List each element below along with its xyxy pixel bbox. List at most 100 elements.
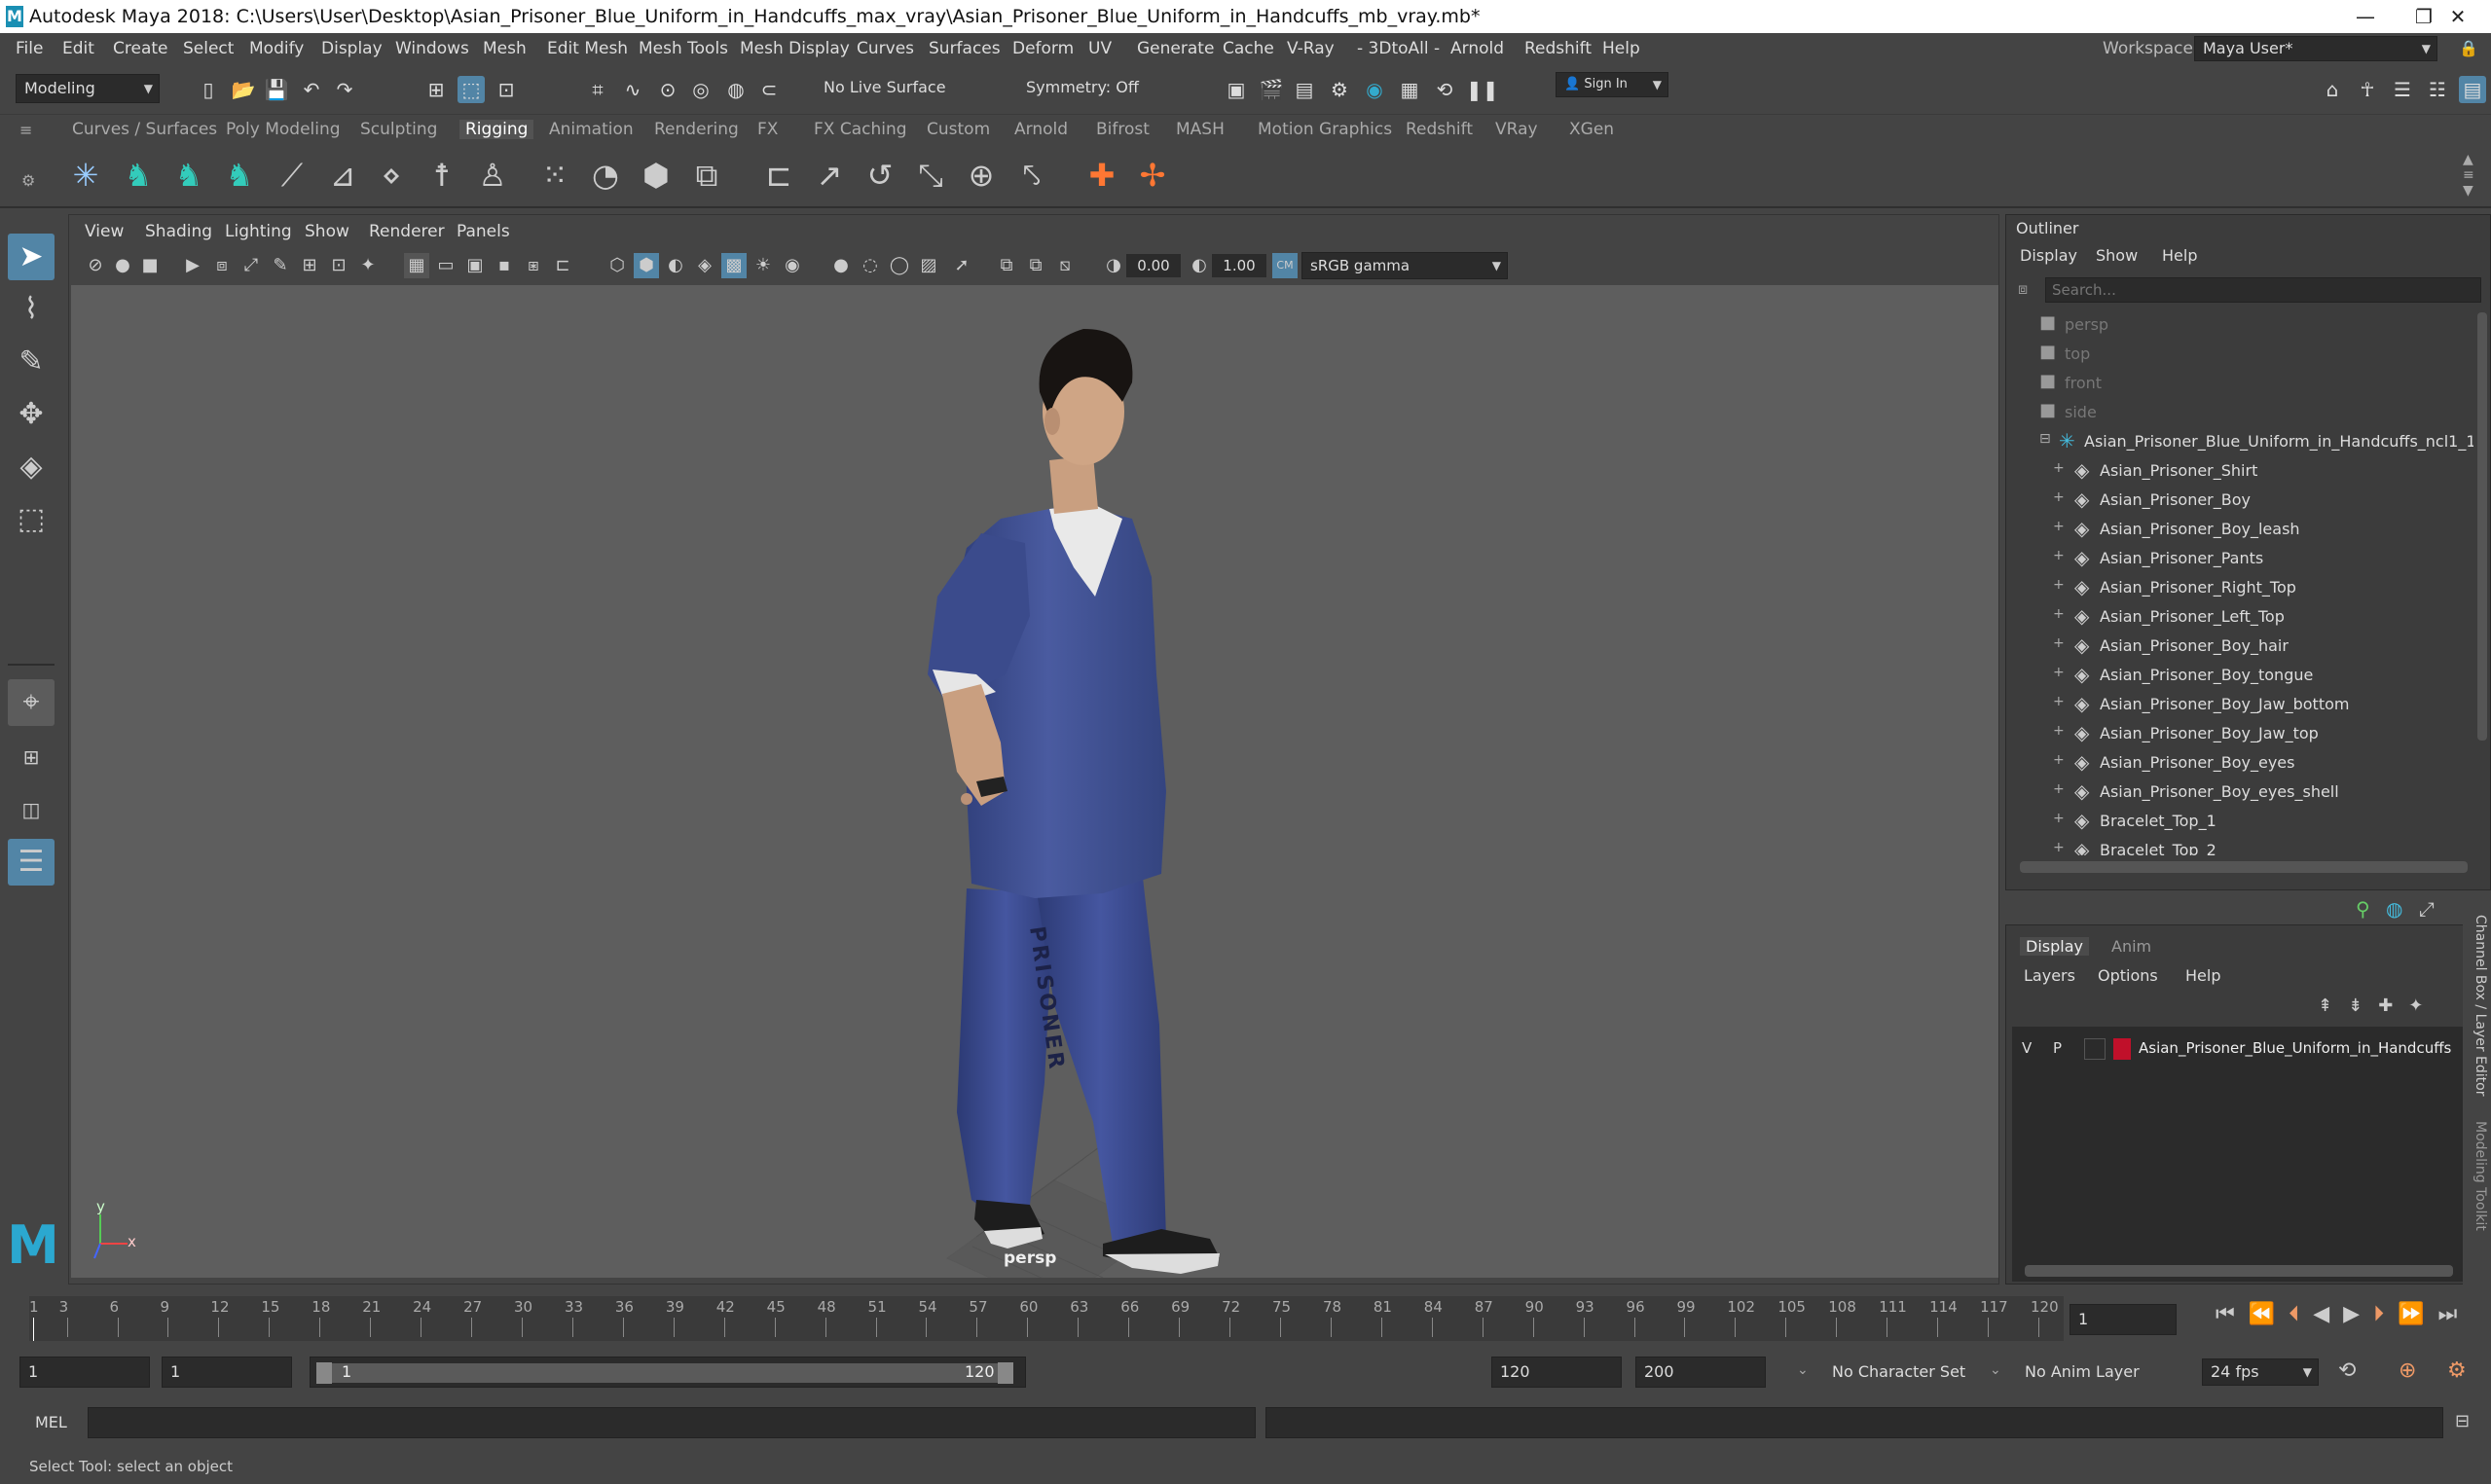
range-end-handle[interactable] bbox=[998, 1362, 1013, 1384]
outliner-layout-icon[interactable]: ☰ bbox=[8, 839, 55, 886]
select-hierarchy-icon[interactable]: ⊞ bbox=[422, 76, 450, 103]
range-start-handle[interactable] bbox=[316, 1362, 332, 1384]
xray-joints-icon[interactable]: ◯ bbox=[887, 253, 912, 278]
list-item[interactable]: + ◈ Asian_Prisoner_Boy_Jaw_bottom bbox=[2006, 690, 2464, 719]
aim-constraint-icon[interactable]: ⊕ bbox=[960, 154, 1003, 197]
tab-rendering[interactable]: Rendering bbox=[654, 120, 739, 139]
image-plane-icon[interactable]: ⧈ bbox=[209, 253, 235, 278]
loop-icon[interactable]: ⟲ bbox=[2338, 1358, 2356, 1383]
select-component-icon[interactable]: ⊡ bbox=[493, 76, 520, 103]
undo-icon[interactable]: ↶ bbox=[298, 76, 325, 103]
animation-end-field[interactable]: 200 bbox=[1635, 1357, 1766, 1388]
locator-icon[interactable]: ✚ bbox=[1081, 154, 1123, 197]
menu-surfaces[interactable]: Surfaces bbox=[929, 39, 1001, 58]
side-by-side-icon[interactable]: ◫ bbox=[8, 786, 55, 833]
expand-icon[interactable]: + bbox=[2053, 519, 2065, 534]
hud-icon[interactable]: ⧉ bbox=[994, 253, 1019, 278]
pole-vector-icon[interactable]: ⤣ bbox=[1010, 154, 1053, 197]
collapse-icon[interactable]: ⊟ bbox=[2039, 431, 2051, 447]
lattice-icon[interactable]: ⬢ bbox=[635, 154, 678, 197]
textured-icon[interactable]: ◈ bbox=[692, 253, 717, 278]
tab-animation[interactable]: Animation bbox=[549, 120, 634, 139]
sign-in-button[interactable]: 👤 Sign In ▼ bbox=[1556, 72, 1668, 97]
list-item[interactable]: + ◈ Asian_Prisoner_Shirt bbox=[2006, 456, 2464, 486]
ik-spline-icon[interactable]: ⊿ bbox=[321, 154, 364, 197]
wireframe-on-shaded-icon[interactable]: ◐ bbox=[663, 253, 688, 278]
outliner-search-input[interactable] bbox=[2045, 277, 2481, 303]
xray-components-icon[interactable]: ▨ bbox=[916, 253, 941, 278]
menu-help[interactable]: Help bbox=[1602, 39, 1640, 58]
select-camera-icon[interactable]: ➚ bbox=[949, 253, 974, 278]
character-set-icon[interactable]: ⌄ bbox=[1797, 1362, 1809, 1378]
point-constraint-icon[interactable]: ↗ bbox=[808, 154, 851, 197]
outliner-menu-show[interactable]: Show bbox=[2096, 246, 2138, 265]
current-frame-field[interactable]: 1 bbox=[2070, 1304, 2177, 1335]
display-type-toggle[interactable] bbox=[2084, 1038, 2106, 1060]
expand-icon[interactable]: + bbox=[2053, 840, 2065, 855]
list-item[interactable]: + ◈ Asian_Prisoner_Boy_eyes bbox=[2006, 748, 2464, 778]
exposure-icon[interactable]: ◑ bbox=[1101, 253, 1126, 278]
expand-icon[interactable]: + bbox=[2053, 752, 2065, 768]
expand-icon[interactable]: + bbox=[2053, 811, 2065, 826]
fps-dropdown[interactable]: 24 fps ▼ bbox=[2202, 1358, 2319, 1386]
snap-view-icon[interactable]: ◎ bbox=[687, 76, 714, 103]
move-layer-down-icon[interactable]: ⇟ bbox=[2348, 995, 2378, 1016]
safe-action-icon[interactable]: ⊏ bbox=[550, 253, 575, 278]
menu-file[interactable]: File bbox=[16, 39, 43, 58]
camera-attr-icon[interactable]: ● bbox=[110, 253, 135, 278]
expand-icon[interactable]: + bbox=[2053, 665, 2065, 680]
layer-color-swatch[interactable] bbox=[2113, 1038, 2131, 1060]
menu-redshift[interactable]: Redshift bbox=[1524, 39, 1592, 58]
animation-prefs-icon[interactable]: ⚙ bbox=[2447, 1358, 2467, 1383]
tool-settings-icon[interactable]: ☷ bbox=[2424, 76, 2451, 103]
layer-horizontal-scrollbar[interactable] bbox=[2025, 1265, 2453, 1277]
expand-icon[interactable]: + bbox=[2053, 781, 2065, 797]
visibility-toggle[interactable]: V bbox=[2022, 1039, 2032, 1057]
vp-menu-view[interactable]: View bbox=[85, 222, 124, 241]
parent-constraint-icon[interactable]: ⊏ bbox=[757, 154, 800, 197]
move-tool-icon[interactable]: ✥ bbox=[8, 391, 55, 438]
range-slider[interactable]: 1 120 bbox=[310, 1357, 1026, 1388]
ik-handle-icon[interactable]: ⟋ bbox=[271, 154, 313, 197]
interactive-bind-icon[interactable]: ♞ bbox=[218, 154, 261, 197]
gamma-icon[interactable]: ◐ bbox=[1187, 253, 1212, 278]
list-item[interactable]: ■ side bbox=[2006, 398, 2464, 427]
list-item[interactable]: + ◈ Asian_Prisoner_Left_Top bbox=[2006, 602, 2464, 632]
outliner-group-item[interactable]: ⊟ ✳ Asian_Prisoner_Blue_Uniform_in_Handcuf… bbox=[2006, 427, 2473, 456]
tab-rigging[interactable]: Rigging bbox=[459, 120, 534, 139]
vray-render-icon[interactable]: ◉ bbox=[1361, 76, 1388, 103]
tab-motion-graphics[interactable]: Motion Graphics bbox=[1258, 120, 1392, 139]
menu-create[interactable]: Create bbox=[113, 39, 168, 58]
wireframe-icon[interactable]: ⬡ bbox=[604, 253, 630, 278]
exposure-field[interactable]: 0.00 bbox=[1126, 254, 1181, 277]
go-to-start-icon[interactable]: ⏮ bbox=[2216, 1302, 2249, 1326]
remove-joint-icon[interactable]: ✢ bbox=[1131, 154, 1174, 197]
ipr-render-icon[interactable]: ▤ bbox=[1291, 76, 1318, 103]
go-to-end-icon[interactable]: ⏭ bbox=[2438, 1302, 2472, 1326]
layer-menu-help[interactable]: Help bbox=[2185, 966, 2220, 985]
step-forward-frame-icon[interactable]: ⏵ bbox=[2373, 1302, 2398, 1326]
snap-surface-icon[interactable]: ◍ bbox=[722, 76, 750, 103]
tab-custom[interactable]: Custom bbox=[927, 120, 990, 139]
modeling-toolkit-side-tab[interactable]: Modeling Toolkit bbox=[2467, 1121, 2488, 1257]
tab-arnold[interactable]: Arnold bbox=[1014, 120, 1068, 139]
smooth-shade-icon[interactable]: ⬢ bbox=[634, 253, 659, 278]
close-icon[interactable]: ✕ bbox=[2429, 2, 2487, 31]
isolate-select-icon[interactable]: ● bbox=[828, 253, 854, 278]
pause-icon[interactable]: ❚❚ bbox=[1466, 76, 1499, 103]
tab-redshift[interactable]: Redshift bbox=[1406, 120, 1473, 139]
blend-shape-icon[interactable]: ◔ bbox=[584, 154, 627, 197]
expand-icon[interactable]: + bbox=[2053, 635, 2065, 651]
rotate-tool-icon[interactable]: ◈ bbox=[8, 444, 55, 490]
human-ik-shelf-icon[interactable]: ☨ bbox=[421, 154, 463, 197]
mirror-joint-icon[interactable]: ⋄ bbox=[370, 154, 413, 197]
expand-icon[interactable]: + bbox=[2053, 577, 2065, 593]
character-set-label[interactable]: No Character Set bbox=[1832, 1362, 1965, 1381]
list-item[interactable]: + ◈ Asian_Prisoner_Boy_eyes_shell bbox=[2006, 778, 2464, 807]
bind-skin-icon[interactable]: ♞ bbox=[117, 154, 160, 197]
channel-hyper-icon[interactable]: ⤢ bbox=[2419, 897, 2435, 921]
channel-box-side-tab[interactable]: Channel Box / Layer Editor bbox=[2467, 915, 2488, 1109]
tab-vray[interactable]: VRay bbox=[1495, 120, 1538, 139]
play-back-icon[interactable]: ◀ bbox=[2313, 1302, 2343, 1326]
list-item[interactable]: + ◈ Asian_Prisoner_Boy_tongue bbox=[2006, 661, 2464, 690]
